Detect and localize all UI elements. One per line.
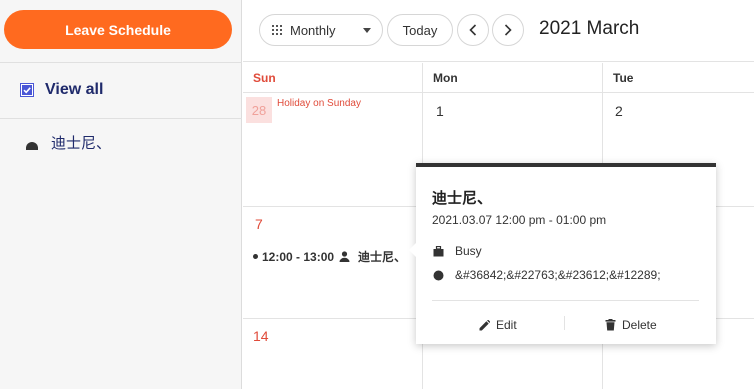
calendar-header: Monthly Today 2021 March [243, 0, 754, 62]
sidebar-divider [0, 118, 242, 119]
grid-icon [272, 25, 282, 35]
day-number[interactable]: 14 [253, 328, 269, 344]
event-time: 12:00 - 13:00 [262, 249, 335, 264]
calendar-color-icon [26, 141, 38, 150]
date-range-title: 2021 March [539, 18, 640, 39]
event-dot [253, 254, 258, 259]
prev-month-button[interactable] [457, 14, 489, 46]
calendar-item-label: 迪士尼、 [51, 135, 112, 152]
next-month-button[interactable] [492, 14, 524, 46]
weekday-header-tue: Tue [603, 63, 754, 93]
event-title: 迪士尼、 [358, 250, 407, 264]
view-mode-dropdown[interactable]: Monthly [259, 14, 383, 46]
view-all-toggle[interactable]: View all [20, 81, 103, 99]
caret-down-icon [363, 28, 371, 33]
day-number[interactable]: 28 [246, 97, 272, 123]
today-button[interactable]: Today [387, 14, 453, 46]
sidebar-divider [0, 62, 242, 63]
view-all-checkbox[interactable] [20, 83, 34, 97]
popup-datetime: 2021.03.07 12:00 pm - 01:00 pm [432, 213, 607, 227]
day-number[interactable]: 2 [615, 103, 623, 119]
edit-label: Edit [496, 318, 517, 332]
popup-divider [432, 300, 699, 301]
event-detail-popup: 迪士尼、 2021.03.07 12:00 pm - 01:00 pm Busy… [409, 163, 716, 344]
pencil-icon [479, 319, 490, 331]
day-number[interactable]: 1 [436, 103, 444, 119]
holiday-label: Holiday on Sunday [277, 98, 361, 109]
calendar-dot-icon [433, 270, 444, 281]
checkmark-icon [22, 85, 32, 95]
popup-calendar-name: &#36842;&#22763;&#23612;&#12289; [455, 268, 661, 282]
popup-title: 迪士尼、 [432, 190, 493, 207]
person-icon [339, 251, 350, 262]
delete-label: Delete [622, 318, 657, 332]
chevron-left-icon [469, 24, 477, 36]
view-all-label: View all [45, 81, 104, 98]
day-number[interactable]: 7 [255, 216, 263, 232]
popup-action-divider [564, 316, 565, 330]
edit-button[interactable]: Edit [479, 318, 517, 332]
weekday-header-sun: Sun [243, 63, 423, 93]
event-item[interactable]: 12:00 - 13:00 迪士尼、 [253, 248, 406, 265]
popup-state-row: Busy [433, 244, 482, 258]
calendar-item[interactable]: 迪士尼、 [25, 132, 111, 153]
view-mode-value: Monthly [290, 22, 336, 38]
popup-arrow [409, 243, 416, 257]
leave-schedule-button[interactable]: Leave Schedule [4, 10, 232, 49]
popup-calendar-row: &#36842;&#22763;&#23612;&#12289; [433, 268, 661, 282]
sidebar: Leave Schedule View all 迪士尼、 [0, 0, 242, 389]
trash-icon [605, 319, 616, 331]
delete-button[interactable]: Delete [605, 318, 657, 332]
weekday-header-mon: Mon [423, 63, 603, 93]
popup-state: Busy [455, 244, 482, 258]
briefcase-icon [433, 245, 444, 257]
chevron-right-icon [504, 24, 512, 36]
